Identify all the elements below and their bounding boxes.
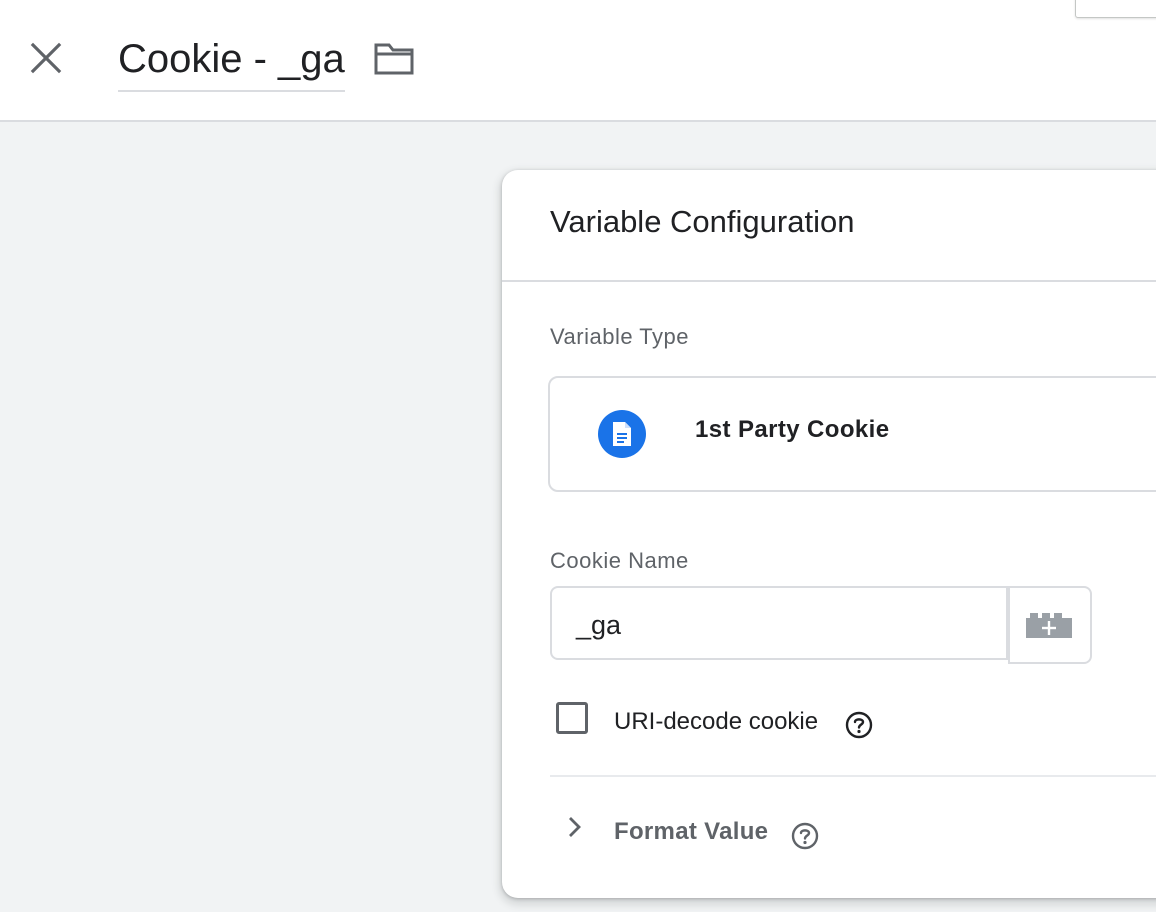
format-value-toggle[interactable]: Format Value — [614, 818, 768, 846]
help-icon[interactable] — [790, 821, 820, 851]
variable-brick-plus-icon — [1026, 613, 1072, 638]
help-icon[interactable] — [844, 710, 874, 740]
folder-button[interactable] — [368, 36, 420, 82]
variable-type-value: 1st Party Cookie — [695, 416, 890, 443]
editor-header: Cookie - _ga — [0, 0, 1156, 122]
variable-picker-button[interactable] — [1008, 586, 1092, 664]
overlay-corner — [1075, 0, 1156, 18]
variable-configuration-card: Variable Configuration Variable Type 1st… — [502, 170, 1156, 898]
card-title: Variable Configuration — [550, 204, 855, 239]
close-button[interactable] — [22, 34, 70, 82]
uri-decode-checkbox[interactable] — [556, 702, 588, 734]
card-divider — [502, 280, 1156, 282]
cookie-name-label: Cookie Name — [550, 548, 689, 573]
close-icon — [30, 42, 62, 74]
variable-name-input[interactable]: Cookie - _ga — [118, 30, 345, 92]
document-icon — [598, 410, 646, 458]
section-divider — [550, 775, 1156, 777]
variable-type-selector[interactable]: 1st Party Cookie — [548, 376, 1156, 492]
cookie-name-input[interactable]: _ga — [550, 586, 1008, 660]
uri-decode-label: URI-decode cookie — [614, 708, 819, 735]
folder-icon — [374, 43, 414, 75]
chevron-right-icon[interactable] — [560, 812, 590, 842]
variable-type-label: Variable Type — [550, 324, 689, 349]
